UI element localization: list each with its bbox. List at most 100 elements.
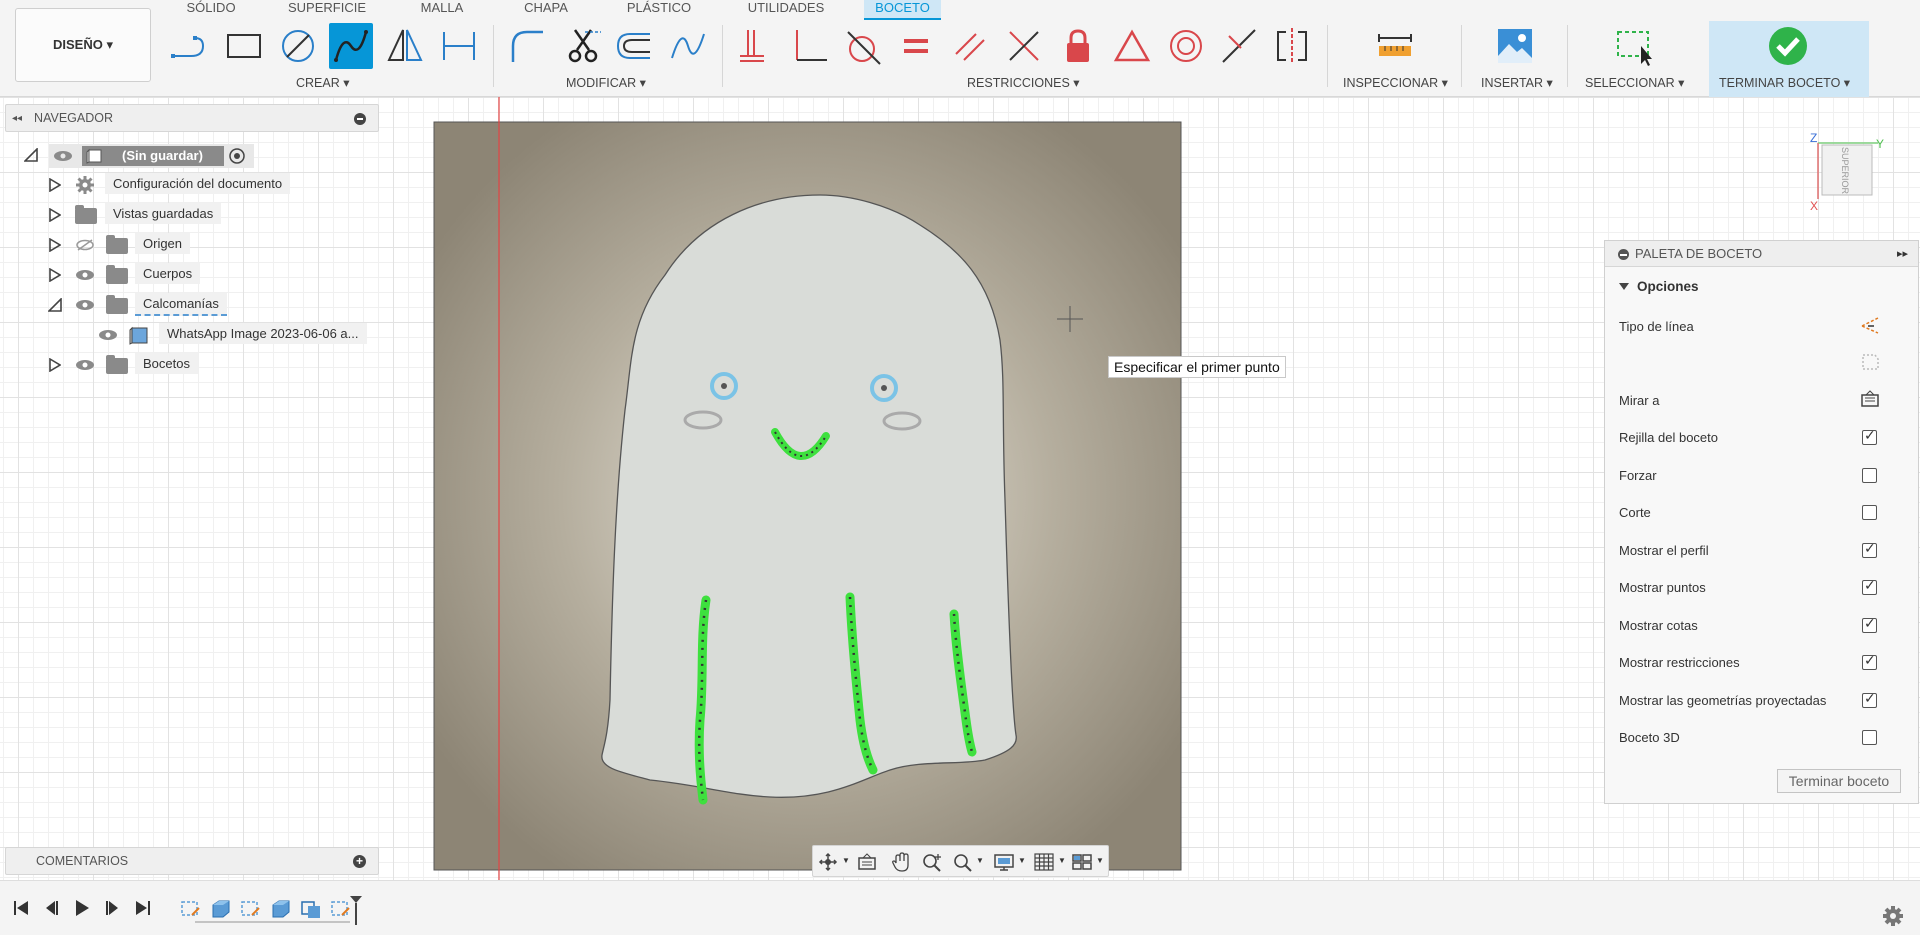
timeline-decal-icon[interactable] <box>300 899 322 919</box>
fix-constraint-button[interactable] <box>1056 23 1100 69</box>
offset-tool-button[interactable] <box>612 23 656 69</box>
sketch-grid-checkbox[interactable] <box>1862 427 1877 445</box>
curve-tool-button[interactable] <box>666 23 710 69</box>
timeline-sketch-icon[interactable] <box>180 899 202 919</box>
tab-utilidades[interactable]: UTILIDADES <box>745 0 827 21</box>
tree-item-bodies[interactable]: Cuerpos <box>135 263 201 284</box>
browser-header[interactable]: ◂◂ NAVEGADOR <box>5 104 379 132</box>
hidden-eye-icon[interactable] <box>75 239 95 251</box>
workspace-dropdown-button[interactable]: DISEÑO ▾ <box>15 8 151 82</box>
triangle-constraint-button[interactable] <box>1110 23 1154 69</box>
perpendicular-constraint-button[interactable] <box>787 23 831 69</box>
view-cube[interactable]: SUPERIOR Z Y X <box>1810 131 1884 213</box>
tree-item-origin[interactable]: Origen <box>135 233 191 254</box>
concentric-constraint-button[interactable] <box>1164 23 1208 69</box>
insert-image-button[interactable] <box>1493 23 1537 69</box>
finish-sketch-button[interactable] <box>1766 23 1810 69</box>
slice-checkbox[interactable] <box>1862 505 1877 520</box>
ghost-profile[interactable] <box>601 194 1017 798</box>
tree-item-sketches[interactable]: Bocetos <box>135 353 198 374</box>
select-group-label[interactable]: SELECCIONAR ▾ <box>1585 75 1684 90</box>
collapsed-triangle-icon[interactable] <box>49 208 61 222</box>
add-comment-icon[interactable]: + <box>353 855 366 868</box>
activate-radio-icon[interactable] <box>229 148 245 164</box>
equal-constraint-button[interactable] <box>894 23 938 69</box>
visibility-eye-icon[interactable] <box>98 329 118 341</box>
finish-group-label[interactable]: TERMINAR BOCETO ▾ <box>1719 75 1850 90</box>
measure-tool-button[interactable] <box>1373 23 1417 69</box>
mirror-tool-button[interactable] <box>383 23 427 69</box>
visibility-eye-icon[interactable] <box>75 269 95 281</box>
insert-group-label[interactable]: INSERTAR ▾ <box>1481 75 1553 90</box>
linetype-icon[interactable] <box>1860 316 1880 334</box>
collapse-panel-icon[interactable] <box>354 113 366 125</box>
viewports-icon[interactable] <box>1071 852 1093 872</box>
constraints-group-label[interactable]: RESTRICCIONES ▾ <box>967 75 1080 90</box>
trim-tool-button[interactable] <box>561 23 605 69</box>
display-settings-icon[interactable] <box>993 852 1015 872</box>
circle-tool-button[interactable] <box>276 23 320 69</box>
snap-checkbox[interactable] <box>1862 468 1877 483</box>
visibility-eye-icon[interactable] <box>75 359 95 371</box>
look-at-icon[interactable] <box>1860 390 1880 408</box>
collapse-left-icon[interactable]: ◂◂ <box>12 113 22 124</box>
collapse-palette-icon[interactable] <box>1618 249 1629 260</box>
grid-settings-icon[interactable] <box>1033 852 1055 872</box>
dropdown-arrow-icon[interactable]: ▼ <box>842 856 850 865</box>
finish-sketch-palette-button[interactable]: Terminar boceto <box>1777 769 1901 793</box>
dropdown-arrow-icon[interactable]: ▼ <box>1058 856 1066 865</box>
fillet-tool-button[interactable] <box>505 23 549 69</box>
dropdown-arrow-icon[interactable]: ▼ <box>976 856 984 865</box>
show-projected-geometry-checkbox[interactable] <box>1862 690 1877 708</box>
comments-header[interactable]: COMENTARIOS + <box>5 847 379 875</box>
timeline-sketch-icon[interactable] <box>240 899 262 919</box>
tab-solido[interactable]: SÓLIDO <box>186 0 236 21</box>
symmetry-constraint-button[interactable] <box>1270 23 1314 69</box>
pan-hand-icon[interactable] <box>890 852 912 872</box>
modify-group-label[interactable]: MODIFICAR ▾ <box>566 75 646 90</box>
tangent-constraint-button[interactable] <box>840 23 884 69</box>
collapsed-triangle-icon[interactable] <box>49 178 61 192</box>
expanded-triangle-icon[interactable] <box>48 298 62 312</box>
visibility-eye-icon[interactable] <box>75 299 95 311</box>
timeline-extrude-icon[interactable] <box>210 899 232 919</box>
tree-item-saved-views[interactable]: Vistas guardadas <box>105 203 222 224</box>
orbit-icon[interactable] <box>817 852 839 872</box>
collapsed-triangle-icon[interactable] <box>49 268 61 282</box>
timeline-marker-icon[interactable] <box>349 895 363 925</box>
tab-chapa[interactable]: CHAPA <box>522 0 570 21</box>
rectangle-tool-button[interactable] <box>222 23 266 69</box>
tab-plastico[interactable]: PLÁSTICO <box>625 0 693 21</box>
create-group-label[interactable]: CREAR ▾ <box>296 75 350 90</box>
tab-malla[interactable]: MALLA <box>418 0 466 21</box>
palette-header[interactable]: PALETA DE BOCETO ▸▸ <box>1605 241 1918 267</box>
expand-palette-icon[interactable]: ▸▸ <box>1897 241 1908 267</box>
options-section-header[interactable]: Opciones <box>1619 279 1699 294</box>
look-at-icon[interactable] <box>856 852 878 872</box>
go-to-end-icon[interactable] <box>134 899 152 917</box>
inspect-group-label[interactable]: INSPECCIONAR ▾ <box>1343 75 1448 90</box>
show-constraints-checkbox[interactable] <box>1862 652 1877 670</box>
timeline-extrude-icon[interactable] <box>270 899 292 919</box>
spline-tool-button[interactable] <box>329 23 373 69</box>
midpoint-constraint-button[interactable] <box>1217 23 1261 69</box>
step-forward-icon[interactable] <box>104 899 122 917</box>
tree-item-document-settings[interactable]: Configuración del documento <box>105 173 291 194</box>
zoom-icon[interactable] <box>921 852 943 872</box>
show-profile-checkbox[interactable] <box>1862 540 1877 558</box>
play-icon[interactable] <box>73 899 91 917</box>
tab-boceto[interactable]: BOCETO <box>864 0 941 21</box>
show-dimensions-checkbox[interactable] <box>1862 615 1877 633</box>
go-to-start-icon[interactable] <box>12 899 30 917</box>
tree-item-decal-image[interactable]: WhatsApp Image 2023-06-06 a... <box>159 323 367 344</box>
select-tool-button[interactable] <box>1613 23 1657 69</box>
collinear-constraint-button[interactable] <box>1002 23 1046 69</box>
coincident-constraint-button[interactable] <box>734 23 778 69</box>
step-back-icon[interactable] <box>42 899 60 917</box>
dropdown-arrow-icon[interactable]: ▼ <box>1096 856 1104 865</box>
tree-item-decals[interactable]: Calcomanías <box>135 293 227 316</box>
collapsed-triangle-icon[interactable] <box>49 358 61 372</box>
tab-superficie[interactable]: SUPERFICIE <box>288 0 366 21</box>
3d-sketch-checkbox[interactable] <box>1862 730 1877 745</box>
dimension-tool-button[interactable] <box>437 23 481 69</box>
